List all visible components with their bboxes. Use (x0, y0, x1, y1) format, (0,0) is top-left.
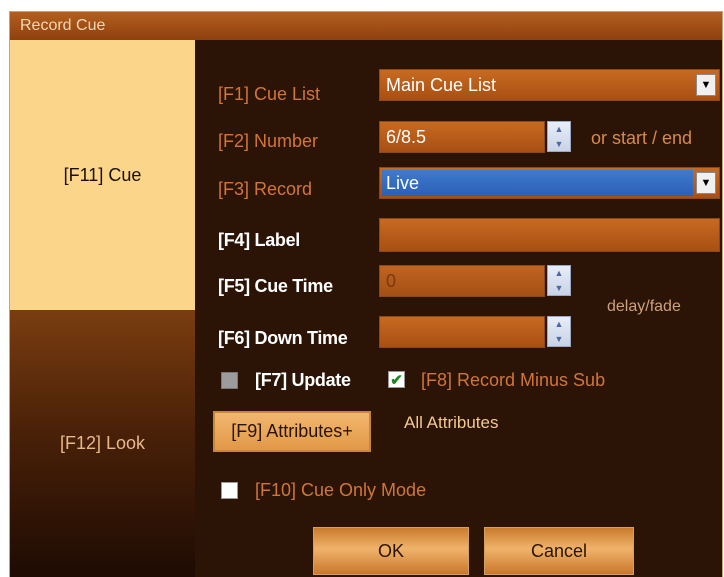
cue-time-label: [F5] Cue Time (218, 276, 333, 296)
label-input[interactable] (379, 218, 720, 252)
sidebar: [F11] Cue [F12] Look (10, 40, 195, 577)
cancel-button[interactable]: Cancel (484, 527, 634, 575)
record-value: Live (382, 170, 693, 196)
tab-cue[interactable]: [F11] Cue (10, 40, 195, 310)
cue-list-label: [F1] Cue List (218, 84, 321, 104)
tab-look[interactable]: [F12] Look (10, 310, 195, 577)
record-label: [F3] Record (218, 179, 313, 199)
down-time-spinner-icon[interactable]: ▲ ▼ (547, 316, 571, 347)
chevron-down-icon[interactable]: ▼ (696, 74, 716, 96)
chevron-down-icon[interactable]: ▼ (696, 172, 716, 194)
form-panel: [F1] Cue List Main Cue List ▼ [F2] Numbe… (195, 40, 722, 577)
down-time-label: [F6] Down Time (218, 328, 348, 348)
delay-fade-label: delay/fade (607, 298, 681, 315)
ok-button[interactable]: OK (313, 527, 469, 575)
label-label: [F4] Label (218, 230, 301, 250)
number-spinner-icon[interactable]: ▲ ▼ (547, 121, 571, 152)
record-minus-sub-label: [F8] Record Minus Sub (421, 370, 606, 390)
update-label: [F7] Update (255, 370, 351, 390)
attributes-value: All Attributes (404, 413, 499, 432)
number-hint: or start / end (591, 128, 693, 148)
down-time-input[interactable] (379, 316, 545, 348)
window-title: Record Cue (10, 12, 722, 40)
cue-time-input[interactable]: 0 (379, 265, 545, 297)
record-dropdown[interactable]: Live ▼ (379, 167, 720, 199)
record-cue-dialog: Record Cue [F11] Cue [F12] Look [F1] Cue… (9, 11, 723, 577)
cue-list-dropdown[interactable]: Main Cue List ▼ (379, 69, 720, 101)
attributes-button[interactable]: [F9] Attributes+ (213, 411, 371, 452)
number-label: [F2] Number (218, 131, 319, 151)
record-minus-sub-checkbox[interactable]: ✔ (388, 371, 405, 389)
update-checkbox[interactable] (221, 372, 238, 389)
cue-only-label: [F10] Cue Only Mode (255, 480, 427, 500)
check-icon: ✔ (390, 371, 403, 389)
cue-only-checkbox[interactable] (221, 482, 238, 499)
number-input[interactable]: 6/8.5 (379, 121, 545, 153)
cue-list-value: Main Cue List (386, 75, 497, 95)
cue-time-spinner-icon[interactable]: ▲ ▼ (547, 265, 571, 296)
